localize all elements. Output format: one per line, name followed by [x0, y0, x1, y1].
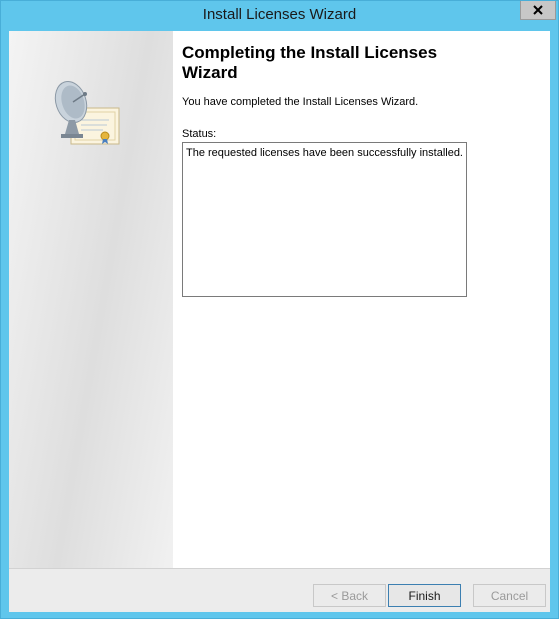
satellite-certificate-icon [54, 80, 120, 145]
intro-text: You have completed the Install Licenses … [182, 96, 419, 108]
wizard-client-area: Completing the Install Licenses Wizard Y… [9, 31, 550, 612]
window-title: Install Licenses Wizard [202, 6, 357, 23]
close-icon [533, 5, 543, 15]
content-panel: Completing the Install Licenses Wizard Y… [173, 31, 550, 568]
wizard-window: Install Licenses Wizard Completing the I… [0, 0, 559, 619]
back-button[interactable]: < Back [313, 584, 386, 607]
status-message: The requested licenses have been success… [186, 147, 463, 159]
page-heading: Completing the Install Licenses Wizard [182, 43, 438, 82]
button-bar: < Back Finish Cancel [9, 568, 550, 612]
title-bar[interactable]: Install Licenses Wizard [1, 1, 558, 31]
status-label: Status: [182, 128, 217, 140]
side-banner [9, 31, 173, 568]
cancel-button[interactable]: Cancel [473, 584, 546, 607]
finish-button[interactable]: Finish [388, 584, 461, 607]
close-button[interactable] [520, 1, 556, 20]
status-textbox[interactable]: The requested licenses have been success… [182, 142, 467, 297]
